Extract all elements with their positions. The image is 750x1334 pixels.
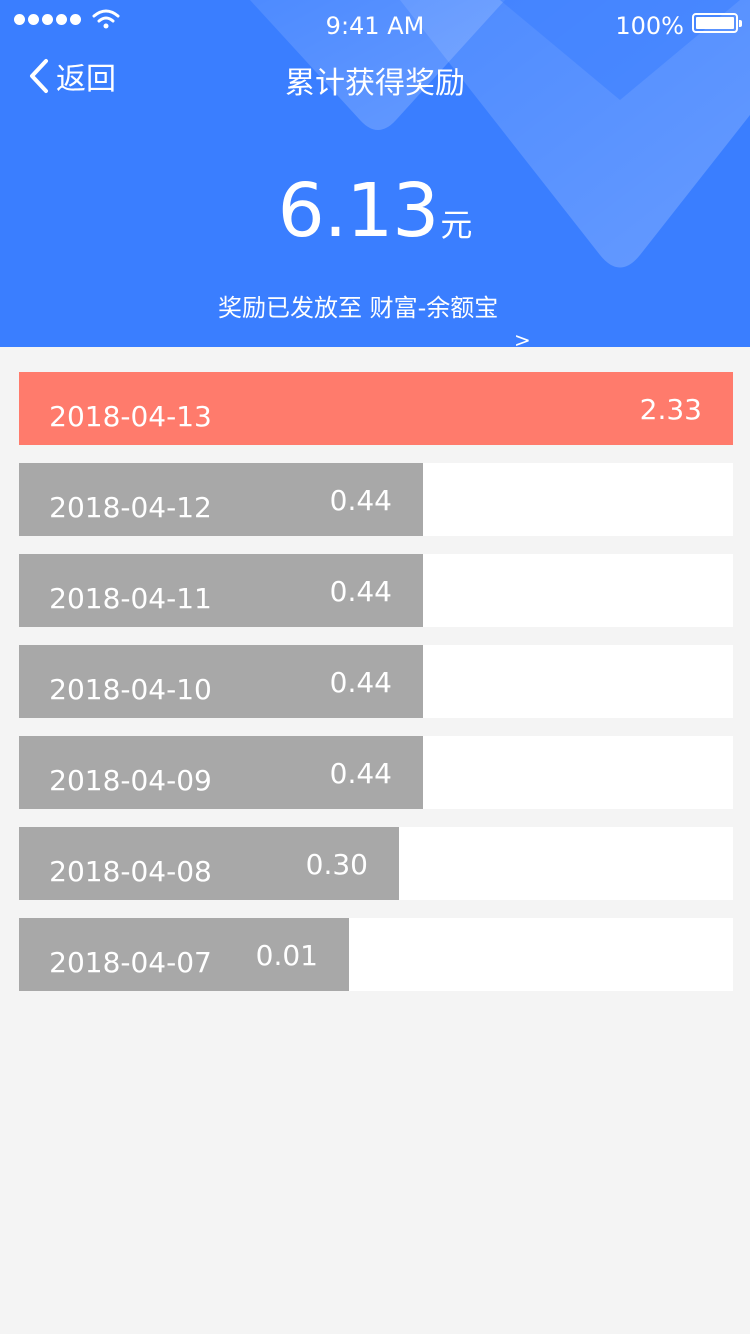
reward-amount: 0.44 — [329, 757, 392, 790]
reward-row: 2018-04-10 0.44 — [19, 645, 733, 718]
total-amount-value: 6.13 — [277, 168, 440, 254]
reward-amount: 0.44 — [329, 484, 392, 517]
reward-row: 2018-04-12 0.44 — [19, 463, 733, 536]
reward-date: 2018-04-11 — [49, 582, 212, 615]
battery-percent: 100% — [615, 12, 684, 40]
reward-amount: 0.44 — [329, 666, 392, 699]
total-amount-unit: 元 — [440, 206, 473, 244]
reward-date: 2018-04-09 — [49, 764, 212, 797]
reward-row: 2018-04-07 0.01 — [19, 918, 733, 991]
reward-amount: 0.30 — [305, 848, 368, 881]
header-banner: 9:41 AM 100% 返回 累计获得奖励 6.13元 奖励已发放至 财富-余… — [0, 0, 750, 347]
status-bar: 9:41 AM 100% — [0, 0, 750, 50]
arrow-icon[interactable]: > — [514, 330, 531, 347]
page-title: 累计获得奖励 — [285, 66, 465, 101]
reward-date: 2018-04-13 — [49, 400, 212, 433]
reward-date: 2018-04-12 — [49, 491, 212, 524]
reward-date: 2018-04-08 — [49, 855, 212, 888]
reward-amount: 0.44 — [329, 575, 392, 608]
reward-amount: 2.33 — [639, 393, 702, 426]
reward-amount: 0.01 — [255, 939, 318, 972]
reward-date: 2018-04-10 — [49, 673, 212, 706]
battery-icon — [692, 13, 742, 33]
reward-row: 2018-04-08 0.30 — [19, 827, 733, 900]
reward-date: 2018-04-07 — [49, 946, 212, 979]
total-amount: 6.13元 — [0, 168, 750, 254]
destination-link[interactable]: 奖励已发放至 财富-余额宝 — [218, 288, 498, 323]
reward-row: 2018-04-13 2.33 — [19, 372, 733, 445]
reward-row: 2018-04-09 0.44 — [19, 736, 733, 809]
reward-row: 2018-04-11 0.44 — [19, 554, 733, 627]
